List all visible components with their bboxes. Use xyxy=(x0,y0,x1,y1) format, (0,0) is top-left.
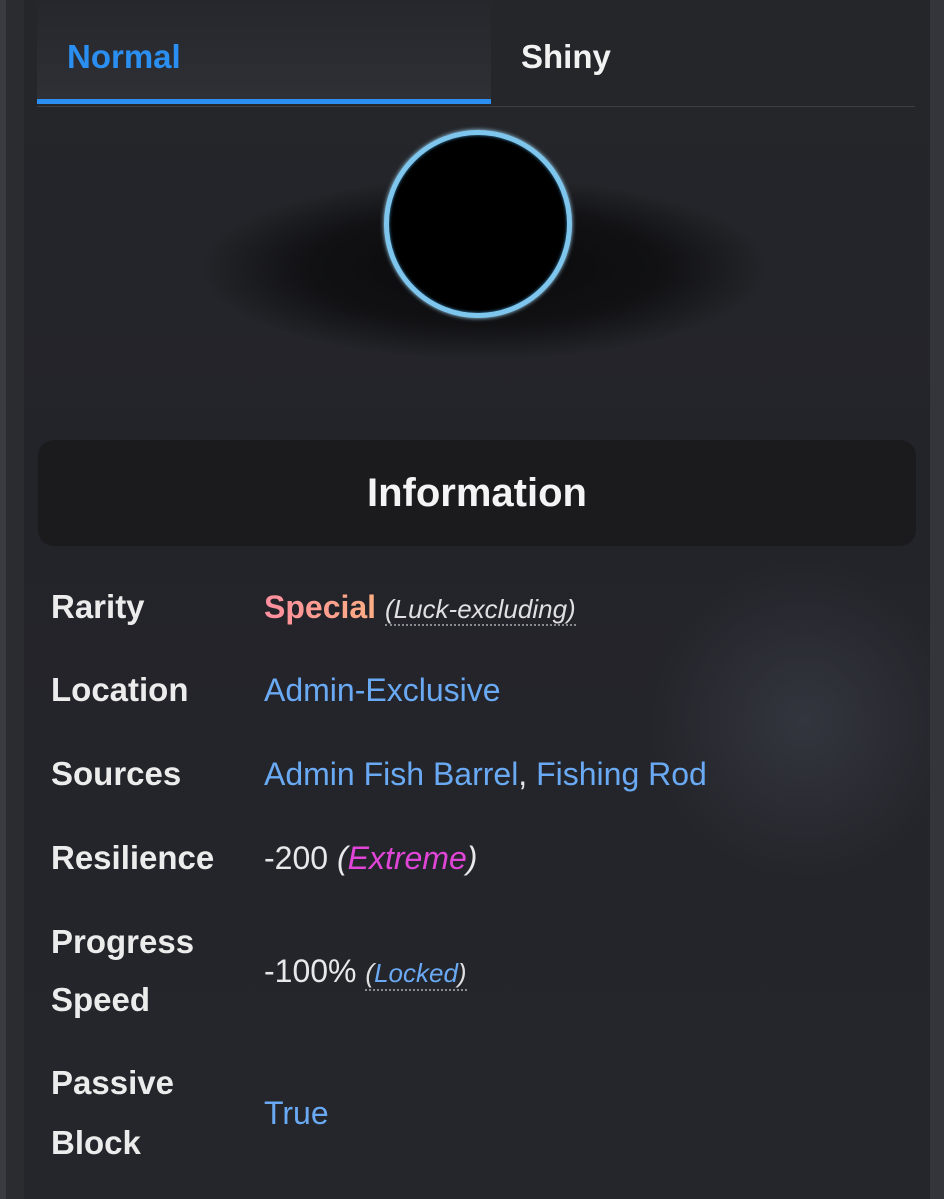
fish-image-area xyxy=(24,106,930,436)
progress-speed-label-line2: Speed xyxy=(51,981,151,1018)
information-header: Information xyxy=(38,440,916,546)
source-link-fishing-rod[interactable]: Fishing Rod xyxy=(536,756,707,792)
progress-speed-paren-open: ( xyxy=(365,958,375,988)
tab-shiny[interactable]: Shiny xyxy=(491,0,930,104)
rarity-note[interactable]: (Luck-excluding) xyxy=(384,594,576,626)
rarity-value: Special xyxy=(264,589,377,625)
progress-speed-label-line1: Progress xyxy=(51,923,195,960)
progress-speed-value: -100% xyxy=(264,953,357,989)
passive-block-label-line1: Passive xyxy=(51,1064,174,1101)
rarity-value-group: Special (Luck-excluding) xyxy=(264,578,576,638)
resilience-paren-close: ) xyxy=(466,840,478,876)
resilience-value-group: -200 (Extreme) xyxy=(264,829,477,887)
background-glow xyxy=(644,560,930,880)
location-label: Location xyxy=(51,671,189,708)
passive-block-label-line2: Block xyxy=(51,1124,141,1161)
window-edge-right xyxy=(930,0,944,1199)
resilience-paren-open: ( xyxy=(336,840,348,876)
progress-speed-paren-close: ) xyxy=(457,958,467,988)
progress-speed-note-text: Locked xyxy=(374,958,458,988)
rarity-label: Rarity xyxy=(51,588,145,625)
sources-label: Sources xyxy=(51,755,182,792)
tab-normal[interactable]: Normal xyxy=(37,0,491,104)
progress-speed-value-group: -100% (Locked) xyxy=(264,942,467,1002)
location-link[interactable]: Admin-Exclusive xyxy=(264,661,501,719)
variant-tabs: Normal Shiny xyxy=(37,0,915,107)
resilience-tier: Extreme xyxy=(347,840,467,876)
resilience-label: Resilience xyxy=(51,839,215,876)
source-link-admin-fish-barrel[interactable]: Admin Fish Barrel xyxy=(264,756,518,792)
progress-speed-note[interactable]: (Locked) xyxy=(365,953,467,991)
window-edge-left xyxy=(0,0,6,1199)
sources-value-group: Admin Fish Barrel, Fishing Rod xyxy=(264,745,707,803)
sources-separator: , xyxy=(518,756,528,792)
black-ball-fish-image xyxy=(384,130,572,318)
passive-block-value[interactable]: True xyxy=(264,1084,329,1142)
fish-info-panel: Normal Shiny Information Rarity Special … xyxy=(24,0,930,1199)
resilience-value: -200 xyxy=(264,840,329,876)
